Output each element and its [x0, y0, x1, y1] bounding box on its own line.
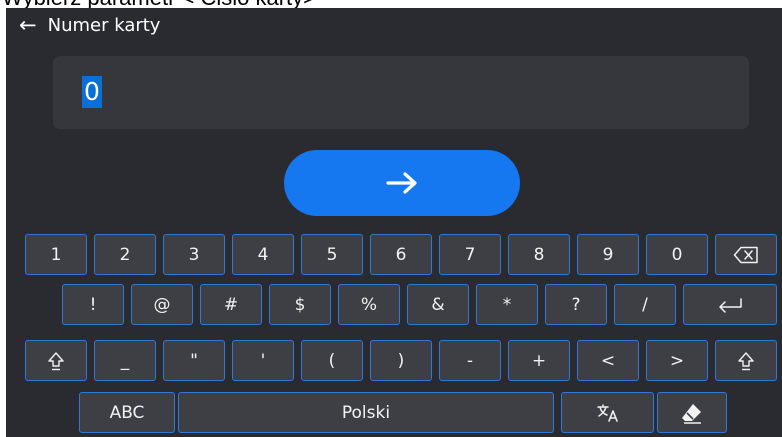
enter-icon [719, 297, 742, 313]
eraser-icon [682, 403, 701, 424]
arrow-right-icon [386, 172, 417, 194]
key-asterisk[interactable]: * [476, 284, 538, 325]
language-key[interactable] [561, 392, 654, 433]
key-dollar[interactable]: $ [269, 284, 331, 325]
key-5[interactable]: 5 [301, 234, 363, 275]
key-3[interactable]: 3 [163, 234, 225, 275]
key-percent[interactable]: % [338, 284, 400, 325]
key-underscore[interactable]: _ [94, 340, 156, 381]
key-double-quote[interactable]: " [163, 340, 225, 381]
key-2[interactable]: 2 [94, 234, 156, 275]
header-bar: ← Numer karty [6, 8, 782, 42]
key-exclamation[interactable]: ! [62, 284, 124, 325]
input-value: 0 [82, 76, 102, 108]
key-ampersand[interactable]: & [407, 284, 469, 325]
page-title: Numer karty [47, 14, 161, 36]
key-4[interactable]: 4 [232, 234, 294, 275]
card-number-input[interactable]: 0 [53, 56, 749, 129]
device-screen: ← Numer karty 0 1 2 3 4 5 6 7 8 9 0 ! @ … [6, 8, 782, 437]
key-7[interactable]: 7 [439, 234, 501, 275]
arrow-left-icon[interactable]: ← [19, 14, 37, 36]
confirm-button[interactable] [284, 150, 520, 216]
key-at[interactable]: @ [131, 284, 193, 325]
space-key[interactable]: Polski [178, 392, 554, 433]
key-single-quote[interactable]: ' [232, 340, 294, 381]
key-less-than[interactable]: < [577, 340, 639, 381]
key-paren-close[interactable]: ) [370, 340, 432, 381]
shift-icon [48, 351, 64, 370]
key-8[interactable]: 8 [508, 234, 570, 275]
shift-key-right[interactable] [715, 340, 777, 381]
key-hash[interactable]: # [200, 284, 262, 325]
key-question[interactable]: ? [545, 284, 607, 325]
shift-key-left[interactable] [25, 340, 87, 381]
translate-icon [596, 403, 618, 422]
key-6[interactable]: 6 [370, 234, 432, 275]
enter-key[interactable] [683, 284, 777, 325]
backspace-icon [733, 246, 758, 263]
key-paren-open[interactable]: ( [301, 340, 363, 381]
key-9[interactable]: 9 [577, 234, 639, 275]
shift-icon [738, 351, 754, 370]
abc-key[interactable]: ABC [79, 392, 175, 433]
key-minus[interactable]: - [439, 340, 501, 381]
clear-key[interactable] [657, 392, 727, 433]
key-0[interactable]: 0 [646, 234, 708, 275]
key-slash[interactable]: / [614, 284, 676, 325]
backspace-key[interactable] [715, 234, 777, 275]
key-greater-than[interactable]: > [646, 340, 708, 381]
key-plus[interactable]: + [508, 340, 570, 381]
key-1[interactable]: 1 [25, 234, 87, 275]
